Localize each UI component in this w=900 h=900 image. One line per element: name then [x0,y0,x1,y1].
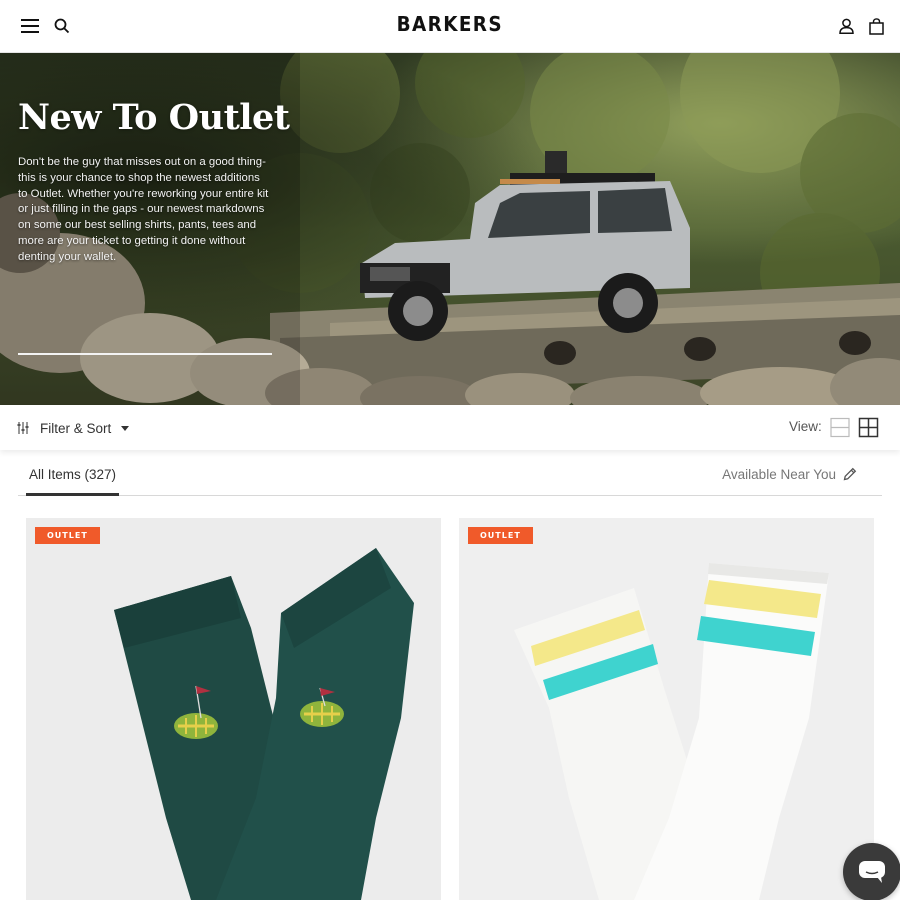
hero-description: Don't be the guy that misses out on a go… [18,156,269,263]
outlet-badge: OUTLET [35,527,100,544]
hero-title: New To Outlet [18,97,290,138]
brand-logo[interactable]: BARKERS [0,12,900,36]
view-label: View: [789,419,822,434]
hero-banner: New To Outlet Don't be the guy that miss… [0,53,900,405]
chat-button[interactable] [843,843,900,900]
grid-view-icon[interactable] [858,417,879,438]
filter-sort-label: Filter & Sort [40,420,112,436]
hero-divider [18,353,272,355]
product-card-stripe-socks[interactable]: OUTLET [459,518,874,900]
site-header: BARKERS [0,0,900,53]
filter-bar: Filter & Sort View: [0,405,900,450]
tab-all-items[interactable]: All Items (327) [26,455,120,496]
bag-icon[interactable] [865,14,887,38]
product-card-golf-socks[interactable]: OUTLET [26,518,441,900]
pencil-icon[interactable] [842,466,858,482]
sliders-icon [17,422,29,434]
filter-sort-button[interactable]: Filter & Sort [16,417,130,439]
product-image [26,518,441,900]
product-image [459,518,874,900]
account-icon[interactable] [835,15,857,37]
single-column-view-icon[interactable] [830,417,851,438]
available-near-you-link[interactable]: Available Near You [722,467,836,482]
results-tabs: All Items (327) Available Near You [18,455,882,496]
chat-bubble-icon [859,861,885,883]
outlet-badge: OUTLET [468,527,533,544]
caret-down-icon [121,425,130,431]
